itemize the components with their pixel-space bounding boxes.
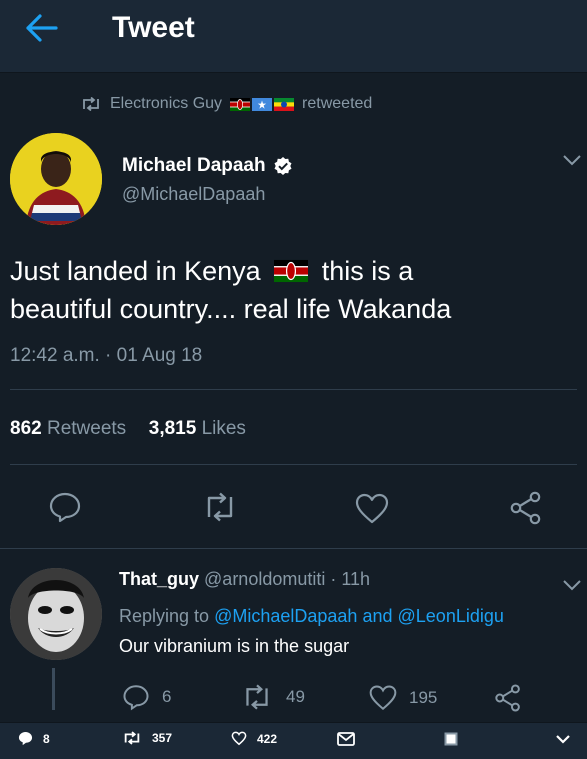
back-arrow-icon[interactable] — [22, 12, 58, 44]
reply-time: · 11h — [330, 569, 371, 589]
share-icon[interactable] — [509, 491, 543, 525]
author-name[interactable]: Michael Dapaah — [122, 155, 266, 177]
verified-badge-icon — [274, 157, 292, 175]
likes-label[interactable]: Likes — [202, 418, 246, 439]
tweet-text: Just landed in Kenya this is a beautiful… — [10, 252, 570, 328]
reply-share-icon[interactable] — [494, 684, 522, 712]
like-heart-icon — [369, 685, 397, 710]
image-placeholder-icon[interactable] — [444, 732, 458, 746]
divider — [10, 464, 577, 465]
bottom-retweets-count: 357 — [152, 731, 173, 745]
likes-count[interactable]: 3,815 — [149, 418, 197, 439]
retweets-count[interactable]: 862 — [10, 418, 42, 439]
retweet-notice: Electronics Guy retweeted — [80, 93, 372, 115]
retweeter-flags — [230, 97, 295, 111]
bottom-retweet-button[interactable]: 357 — [122, 731, 172, 745]
like-heart-icon — [231, 731, 247, 746]
retweets-label[interactable]: Retweets — [47, 418, 126, 439]
reply-avatar-image — [10, 568, 102, 660]
section-divider — [0, 548, 587, 549]
bottom-reply-button[interactable]: 8 — [18, 731, 50, 746]
tweet-text-line2: beautiful country.... real life Wakanda — [10, 294, 452, 324]
reply-likes-count: 195 — [409, 688, 438, 707]
top-bar — [0, 0, 587, 73]
reply-author-name[interactable]: That_guy — [119, 569, 199, 589]
author-avatar-image — [10, 133, 102, 225]
retweet-icon — [124, 731, 140, 745]
somalia-flag-icon — [252, 97, 273, 111]
tweet-menu-chevron-down-icon[interactable] — [562, 153, 582, 167]
tweet-text-part2: this is a — [321, 256, 414, 286]
reply-author-avatar[interactable] — [10, 568, 102, 660]
tweet-timestamp: 12:42 a.m. · 01 Aug 18 — [10, 345, 203, 366]
retweet-icon — [83, 97, 99, 111]
reply-reply-button[interactable]: 6 — [122, 683, 171, 711]
reply-text: Our vibranium is in the sugar — [119, 636, 350, 656]
reply-icon[interactable] — [48, 490, 82, 524]
retweet-icon — [246, 684, 268, 710]
page-title: Tweet — [112, 11, 195, 44]
reply-like-button[interactable]: 195 — [369, 684, 437, 712]
thread-line — [52, 668, 55, 710]
bottom-like-button[interactable]: 422 — [231, 731, 277, 746]
author-handle[interactable]: @MichaelDapaah — [122, 184, 265, 205]
bottom-action-bar — [0, 722, 587, 759]
mention-link[interactable]: @LeonLidigu — [398, 606, 504, 626]
reply-header: That_guy @arnoldomutiti · 11h — [119, 569, 370, 590]
reply-retweet-button[interactable]: 49 — [240, 684, 305, 710]
retweeted-label: retweeted — [302, 95, 373, 112]
kenya-flag-emoji — [274, 259, 309, 283]
kenya-flag-icon — [230, 97, 251, 111]
tweet-stats: 862 Retweets 3,815 Likes — [10, 418, 246, 440]
reply-bubble-icon — [18, 731, 33, 746]
mention-link[interactable]: @MichaelDapaah — [214, 606, 357, 626]
reply-replies-count: 6 — [162, 687, 172, 706]
like-heart-icon[interactable] — [355, 492, 389, 526]
bottom-replies-count: 8 — [43, 731, 50, 746]
replying-to-label: Replying to — [119, 606, 210, 626]
and-word: and — [362, 606, 393, 626]
bottom-likes-count: 422 — [257, 731, 278, 746]
author-avatar[interactable] — [10, 133, 102, 225]
more-chevron-down-icon[interactable] — [555, 734, 571, 745]
author-name-row: Michael Dapaah — [122, 155, 293, 177]
reply-icon — [123, 685, 149, 711]
replying-to: Replying to @MichaelDapaah and @LeonLidi… — [119, 606, 504, 627]
retweet-icon[interactable] — [201, 492, 239, 522]
retweeter-name[interactable]: Electronics Guy — [110, 95, 222, 113]
reply-author-handle[interactable]: @arnoldomutiti — [204, 569, 325, 589]
ethiopia-flag-icon — [274, 97, 295, 111]
reply-menu-chevron-down-icon[interactable] — [562, 578, 582, 592]
reply-retweets-count: 49 — [286, 687, 305, 706]
divider — [10, 389, 577, 390]
message-envelope-icon[interactable] — [337, 732, 355, 746]
tweet-text-part1: Just landed in Kenya — [10, 256, 261, 286]
